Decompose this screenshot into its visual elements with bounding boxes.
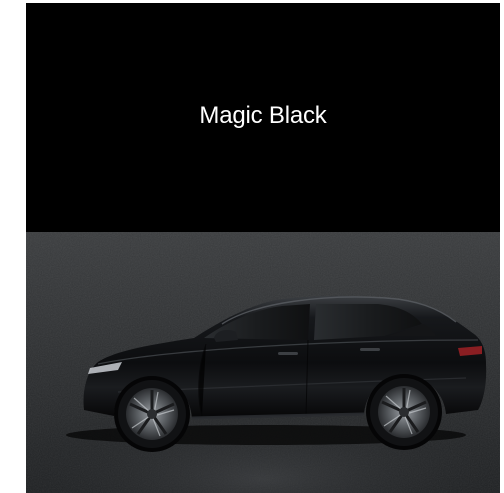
color-swatch: Magic Black (26, 3, 500, 232)
page: Magic Black (0, 0, 504, 493)
color-name-label: Magic Black (199, 101, 327, 129)
car-preview-image (26, 232, 500, 493)
car-side-view-icon (26, 232, 500, 493)
color-preview-panel: Magic Black (26, 3, 500, 493)
